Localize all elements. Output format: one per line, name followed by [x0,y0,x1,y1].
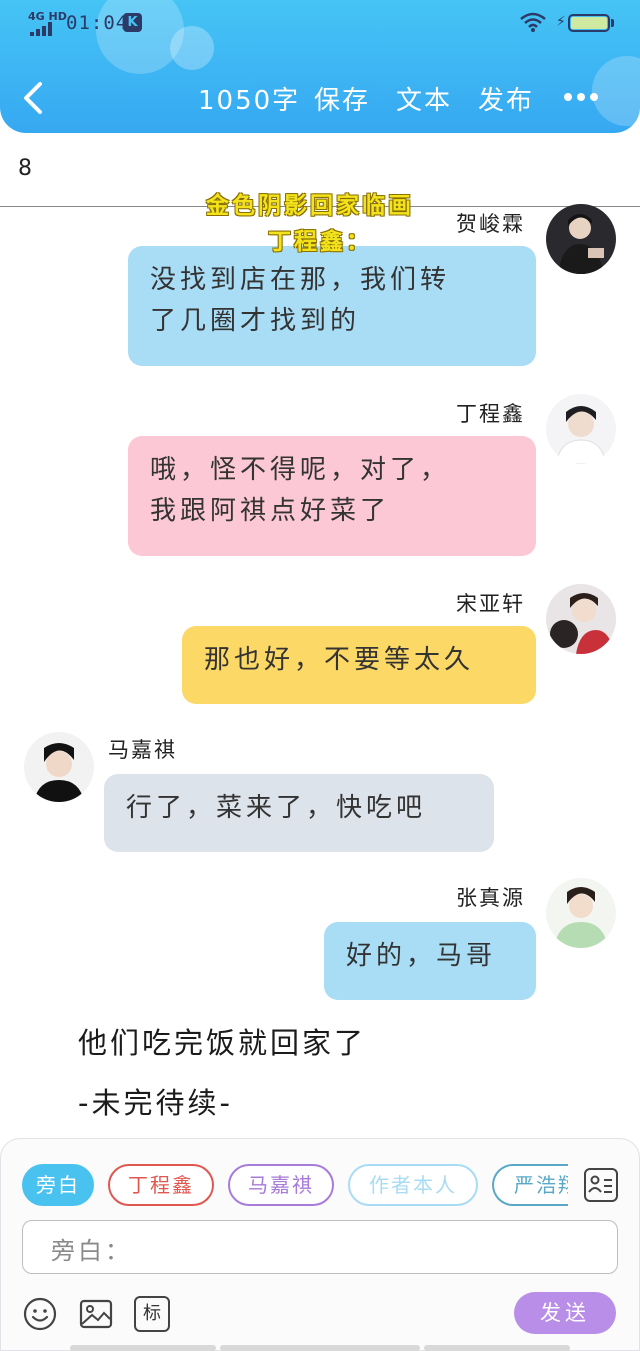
wifi-icon [520,12,546,32]
story-title[interactable]: 8 [18,156,32,181]
message-line: 了几圈才找到的 [150,306,361,336]
save-button[interactable]: 保存 [314,80,370,117]
keyboard-strip [220,1345,420,1351]
speaker-name: 贺峻霖 [456,212,525,236]
speaker-name: 张真源 [456,886,525,910]
message-line: 好的，马哥 [346,941,497,971]
avatar-image [546,878,616,948]
narration-text[interactable]: 他们吃完饭就回家了 [78,1020,366,1062]
avatar[interactable] [546,584,616,654]
battery-icon [568,14,610,32]
image-icon[interactable] [78,1296,114,1332]
message-line: 我跟阿祺点好菜了 [150,496,391,526]
publish-button[interactable]: 发布 [478,80,534,117]
message-bubble[interactable]: 那也好，不要等太久 [182,626,536,704]
watermark-text: 金色阴影回家临画 [206,193,414,219]
avatar-image [546,204,616,274]
message-line: 那也好，不要等太久 [204,645,475,675]
role-chip-ding-chengxin[interactable]: 丁程鑫 [108,1164,214,1206]
role-chip-yan-haoxiang[interactable]: 严浩翔 [492,1164,568,1206]
avatar-image [24,732,94,802]
speaker-name: 马嘉祺 [108,738,177,762]
signal-icon [30,22,58,36]
keyboard-strip [424,1345,570,1351]
role-chip-ma-jiaqi[interactable]: 马嘉祺 [228,1164,334,1206]
word-count: 1050字 [198,86,301,116]
charging-icon: ⚡ [556,14,566,30]
message-bubble[interactable]: 没找到店在那，我们转 了几圈才找到的 [128,246,536,366]
battery-cap [611,19,614,27]
avatar[interactable] [546,878,616,948]
message-bubble[interactable]: 哦，怪不得呢，对了， 我跟阿祺点好菜了 [128,436,536,556]
message-bubble[interactable]: 行了，菜来了，快吃吧 [104,774,494,852]
text-button[interactable]: 文本 [396,80,452,117]
battery-level [571,17,607,29]
input-placeholder: 旁白： [51,1237,132,1265]
more-dots-icon[interactable] [562,93,602,103]
top-toolbar: 4G HD 01:04 K ⚡ 1050字 保存 文本 发布 [0,0,640,133]
message-bubble[interactable]: 好的，马哥 [324,922,536,1000]
role-chip-author[interactable]: 作者本人 [348,1164,478,1206]
chevron-left-icon[interactable] [18,78,50,118]
message-input[interactable]: 旁白： [22,1220,618,1274]
narration-text[interactable]: -未完待续- [78,1080,233,1122]
send-button[interactable]: 发送 [514,1292,616,1334]
speaker-name: 丁程鑫 [456,402,525,426]
avatar-image [546,584,616,654]
status-bar: 4G HD 01:04 K ⚡ [0,0,640,48]
watermark-text: 丁程鑫： [268,229,372,255]
emoji-icon[interactable] [22,1296,58,1332]
role-chip-narrator[interactable]: 旁白 [22,1164,94,1206]
clock: 01:04 [66,12,129,34]
avatar[interactable] [546,204,616,274]
keyboard-strip [70,1345,216,1351]
role-list-icon[interactable] [584,1168,618,1202]
avatar-image [546,394,616,464]
tag-icon[interactable]: 标 [134,1296,170,1332]
message-line: 哦，怪不得呢，对了， [150,455,451,485]
speaker-name: 宋亚轩 [456,592,525,616]
bubble-decoration [592,56,640,126]
message-line: 行了，菜来了，快吃吧 [126,793,427,823]
avatar[interactable] [546,394,616,464]
avatar[interactable] [24,732,94,802]
message-line: 没找到店在那，我们转 [150,265,451,295]
app-k-icon: K [123,13,142,32]
